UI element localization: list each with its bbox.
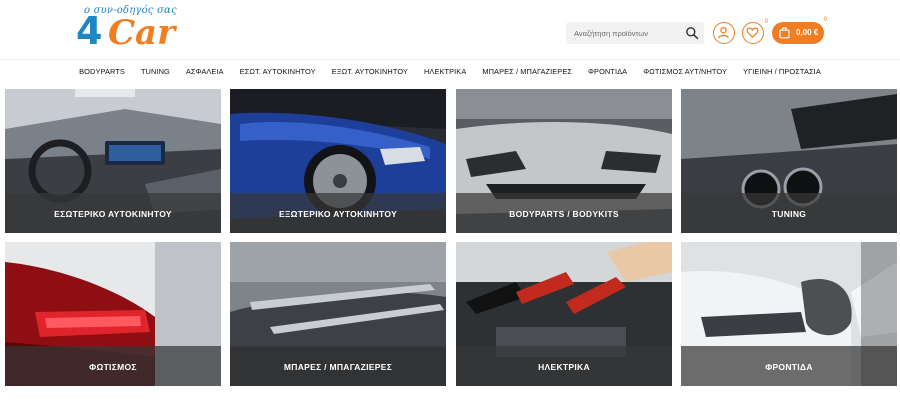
logo-number: 4: [76, 9, 103, 53]
main-nav: BODYPARTS TUNING ΑΣΦΑΛΕΙΑ ΕΣΩΤ. ΑΥΤΟΚΙΝΗ…: [0, 61, 900, 83]
site-logo[interactable]: ο συν-οδηγός σας 4 Car: [76, 2, 186, 58]
tile-label: ΕΞΩΤΕΡΙΚΟ ΑΥΤΟΚΙΝΗΤΟΥ: [278, 209, 398, 219]
nav-item-bodyparts[interactable]: BODYPARTS: [71, 61, 133, 83]
category-tile-electrical[interactable]: ΗΛΕΚΤΡΙΚΑ: [456, 242, 672, 386]
category-tile-lighting[interactable]: ΦΩΤΙΣΜΟΣ: [5, 242, 221, 386]
search-input[interactable]: [566, 22, 682, 44]
category-tile-interior[interactable]: ΕΣΩΤΕΡΙΚΟ ΑΥΤΟΚΙΝΗΤΟΥ: [5, 89, 221, 233]
cart-total: 0,00 €: [796, 28, 819, 37]
tile-label: TUNING: [771, 209, 807, 219]
wishlist-button[interactable]: 0: [742, 19, 768, 44]
nav-item-hygiene[interactable]: ΥΓΙΕΙΝΗ / ΠΡΟΣΤΑΣΙΑ: [735, 61, 829, 83]
nav-item-safety[interactable]: ΑΣΦΑΛΕΙΑ: [178, 61, 232, 83]
account-button[interactable]: [713, 22, 735, 44]
site-header: ο συν-οδηγός σας 4 Car 0 0,00 € 0: [0, 0, 900, 60]
logo-word: Car: [108, 13, 176, 53]
cart-button[interactable]: 0,00 € 0: [772, 17, 827, 44]
tile-label: ΦΡΟΝΤΙΔΑ: [765, 362, 813, 372]
category-tile-exterior[interactable]: ΕΞΩΤΕΡΙΚΟ ΑΥΤΟΚΙΝΗΤΟΥ: [230, 89, 446, 233]
tile-label: ΗΛΕΚΤΡΙΚΑ: [538, 362, 590, 372]
heart-icon: [746, 27, 759, 39]
nav-item-care[interactable]: ΦΡΟΝΤΙΔΑ: [580, 61, 635, 83]
category-tile-roof-bars[interactable]: ΜΠΑΡΕΣ / ΜΠΑΓΑΖΙΕΡΕΣ: [230, 242, 446, 386]
shopping-bag-icon: [779, 27, 790, 39]
tile-label: ΕΣΩΤΕΡΙΚΟ ΑΥΤΟΚΙΝΗΤΟΥ: [54, 209, 172, 219]
category-tile-tuning[interactable]: TUNING: [681, 89, 897, 233]
tile-label: ΜΠΑΡΕΣ / ΜΠΑΓΑΖΙΕΡΕΣ: [283, 362, 393, 372]
search-icon[interactable]: [685, 26, 699, 40]
cart-count: 0: [823, 17, 827, 23]
category-tile-care[interactable]: ΦΡΟΝΤΙΔΑ: [681, 242, 897, 386]
nav-item-lighting[interactable]: ΦΩΤΙΣΜΟΣ ΑΥΤ/ΝΗΤΟΥ: [635, 61, 735, 83]
nav-item-tuning[interactable]: TUNING: [133, 61, 178, 83]
category-tile-bodyparts[interactable]: BODYPARTS / BODYKITS: [456, 89, 672, 233]
nav-item-roof-bars[interactable]: ΜΠΑΡΕΣ / ΜΠΑΓΑΖΙΕΡΕΣ: [474, 61, 580, 83]
tile-label: ΦΩΤΙΣΜΟΣ: [89, 362, 137, 372]
search-box: [566, 22, 704, 44]
nav-item-exterior[interactable]: ΕΞΩΤ. ΑΥΤΟΚΙΝΗΤΟΥ: [324, 61, 416, 83]
wishlist-count: 0: [764, 19, 768, 25]
user-icon: [718, 26, 729, 39]
tile-label: BODYPARTS / BODYKITS: [509, 209, 619, 219]
nav-item-electrical[interactable]: ΗΛΕΚΤΡΙΚΑ: [416, 61, 474, 83]
nav-item-interior[interactable]: ΕΣΩΤ. ΑΥΤΟΚΙΝΗΤΟΥ: [232, 61, 324, 83]
